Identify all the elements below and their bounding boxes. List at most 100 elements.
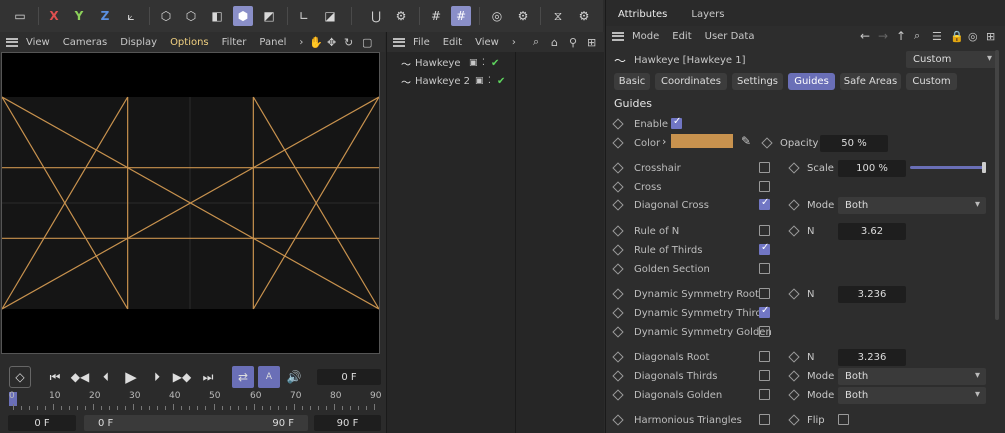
search-icon[interactable]: ⌕ — [533, 35, 539, 49]
home-icon[interactable]: ⌂ — [551, 36, 558, 49]
keyframe-diamond-icon[interactable] — [788, 370, 800, 382]
pan-hand-icon[interactable]: ✋ — [309, 36, 323, 49]
keyframe-diamond-icon[interactable] — [612, 244, 624, 256]
tab-coordinates[interactable]: Coordinates — [655, 73, 727, 90]
keyframe-diamond-icon[interactable] — [612, 162, 624, 174]
current-frame-field[interactable]: 0 F — [317, 369, 381, 385]
keyframe-diamond-icon[interactable] — [788, 288, 800, 300]
menu-panel[interactable]: Panel — [259, 37, 286, 48]
guide-checkbox[interactable] — [759, 242, 770, 255]
search-icon[interactable]: ⌕ — [914, 29, 920, 43]
keyframe-diamond-icon[interactable] — [788, 199, 800, 211]
snap-magnet-icon[interactable]: ⋃ — [366, 6, 386, 26]
tab-layers[interactable]: Layers — [679, 9, 736, 20]
rotate-view-icon[interactable]: ↻ — [344, 36, 353, 49]
workplane-grid-icon[interactable]: # — [451, 6, 471, 26]
list-item[interactable]: 〜 Hawkeye ▣ ⁚ ✔ — [387, 54, 604, 72]
loop-icon[interactable]: ⇄ — [232, 366, 254, 388]
keyframe-diamond-icon[interactable] — [788, 389, 800, 401]
tab-custom[interactable]: Custom — [906, 73, 957, 90]
keyframe-diamond-icon[interactable] — [788, 225, 800, 237]
chevron-right-icon[interactable]: › — [662, 135, 666, 148]
keyframe-diamond-icon[interactable] — [612, 351, 624, 363]
menu-view[interactable]: View — [26, 37, 50, 48]
keyframe-diamond-icon[interactable] — [612, 181, 624, 193]
menu-user-data[interactable]: User Data — [705, 31, 755, 42]
next-key-icon[interactable]: ▶◆ — [171, 366, 193, 388]
move-arrows-icon[interactable]: ✥ — [327, 36, 336, 49]
color-swatch[interactable] — [671, 134, 733, 148]
keyframe-diamond-icon[interactable] — [612, 370, 624, 382]
keyframe-diamond-icon[interactable] — [612, 137, 624, 149]
visibility-dots-icon[interactable]: ⁚ — [488, 76, 491, 86]
guide-checkbox[interactable] — [759, 288, 770, 299]
render-settings-icon[interactable]: ⚙ — [513, 6, 533, 26]
render-view-icon[interactable]: ◎ — [487, 6, 507, 26]
target-icon[interactable]: ◎ — [968, 30, 978, 43]
scale-slider[interactable] — [910, 166, 984, 169]
eyedropper-icon[interactable]: ✎ — [741, 134, 751, 148]
tab-settings[interactable]: Settings — [732, 73, 783, 90]
keyframe-diamond-icon[interactable] — [612, 118, 624, 130]
menu-edit[interactable]: Edit — [672, 31, 691, 42]
mode-dropdown[interactable]: Both — [838, 387, 986, 404]
keyframe-diamond-icon[interactable] — [612, 307, 624, 319]
keyframe-diamond-icon[interactable] — [612, 389, 624, 401]
prev-key-icon[interactable]: ◆◀ — [69, 366, 91, 388]
menu-view[interactable]: View — [475, 37, 499, 48]
filter-icon[interactable]: ☰ — [932, 30, 942, 43]
keyframe-diamond-icon[interactable]: ◇ — [9, 366, 31, 388]
back-arrow-icon[interactable]: ← — [860, 29, 870, 43]
preset-dropdown[interactable]: Custom — [906, 51, 998, 68]
forward-arrow-icon[interactable]: → — [878, 29, 888, 43]
coordinate-system-icon[interactable]: ⟀ — [121, 6, 141, 26]
go-to-start-icon[interactable]: ⏮ — [44, 366, 66, 388]
tab-basic[interactable]: Basic — [614, 73, 650, 90]
menu-more[interactable]: › — [512, 37, 516, 48]
z-axis-lock-button[interactable]: Z — [95, 6, 115, 26]
guide-checkbox[interactable] — [759, 389, 770, 400]
filter-icon[interactable]: ⚲ — [569, 36, 577, 49]
value-field[interactable]: 3.236 — [838, 286, 906, 303]
keyframe-diamond-icon[interactable] — [612, 288, 624, 300]
menu-options[interactable]: Options — [170, 37, 209, 48]
value-field[interactable]: 100 % — [838, 160, 906, 177]
guide-checkbox[interactable] — [759, 305, 770, 318]
sound-icon[interactable]: 🔊 — [283, 366, 305, 388]
grid-icon[interactable]: # — [426, 6, 446, 26]
guide-checkbox[interactable] — [759, 225, 770, 236]
keyframe-diamond-icon[interactable] — [612, 263, 624, 275]
menu-edit[interactable]: Edit — [443, 37, 462, 48]
keyframe-diamond-icon[interactable] — [761, 137, 773, 149]
guide-checkbox[interactable] — [759, 197, 770, 210]
keyframe-diamond-icon[interactable] — [612, 199, 624, 211]
guide-checkbox[interactable] — [759, 326, 770, 337]
enable-checkbox[interactable] — [671, 116, 682, 129]
range-slider[interactable]: 0 F 90 F — [84, 415, 308, 431]
symmetry-icon[interactable]: ⧖ — [548, 6, 568, 26]
time-ruler[interactable]: 0 10 20 30 40 50 60 70 80 90 — [0, 390, 385, 412]
guide-checkbox[interactable] — [759, 181, 770, 192]
list-item[interactable]: 〜 Hawkeye 2 ▣ ⁚ ✔ — [387, 72, 604, 90]
go-to-end-icon[interactable]: ⏭ — [197, 366, 219, 388]
visibility-dots-icon[interactable]: ⁚ — [482, 58, 485, 68]
clapboard-icon[interactable]: ▭ — [10, 6, 30, 26]
tag-icon[interactable]: ▣ — [469, 58, 478, 68]
keyframe-diamond-icon[interactable] — [788, 414, 800, 426]
hamburger-icon[interactable] — [612, 31, 624, 41]
y-axis-lock-button[interactable]: Y — [69, 6, 89, 26]
polygons-mode-icon[interactable]: ◧ — [207, 6, 227, 26]
new-window-icon[interactable]: ⊞ — [986, 30, 995, 43]
start-frame-field[interactable]: 0 F — [8, 415, 76, 431]
enabled-check-icon[interactable]: ✔ — [491, 58, 499, 69]
edges-mode-icon[interactable]: ⬡ — [181, 6, 201, 26]
scale-slider-handle[interactable] — [982, 162, 986, 173]
autokey-icon[interactable]: A — [258, 366, 280, 388]
scrollbar[interactable] — [995, 50, 999, 320]
menu-filter[interactable]: Filter — [222, 37, 247, 48]
menu-mode[interactable]: Mode — [632, 31, 659, 42]
solo-icon[interactable]: ◪ — [320, 6, 340, 26]
camera-viewport[interactable] — [1, 52, 380, 354]
points-mode-icon[interactable]: ⬡ — [156, 6, 176, 26]
keyframe-diamond-icon[interactable] — [612, 225, 624, 237]
